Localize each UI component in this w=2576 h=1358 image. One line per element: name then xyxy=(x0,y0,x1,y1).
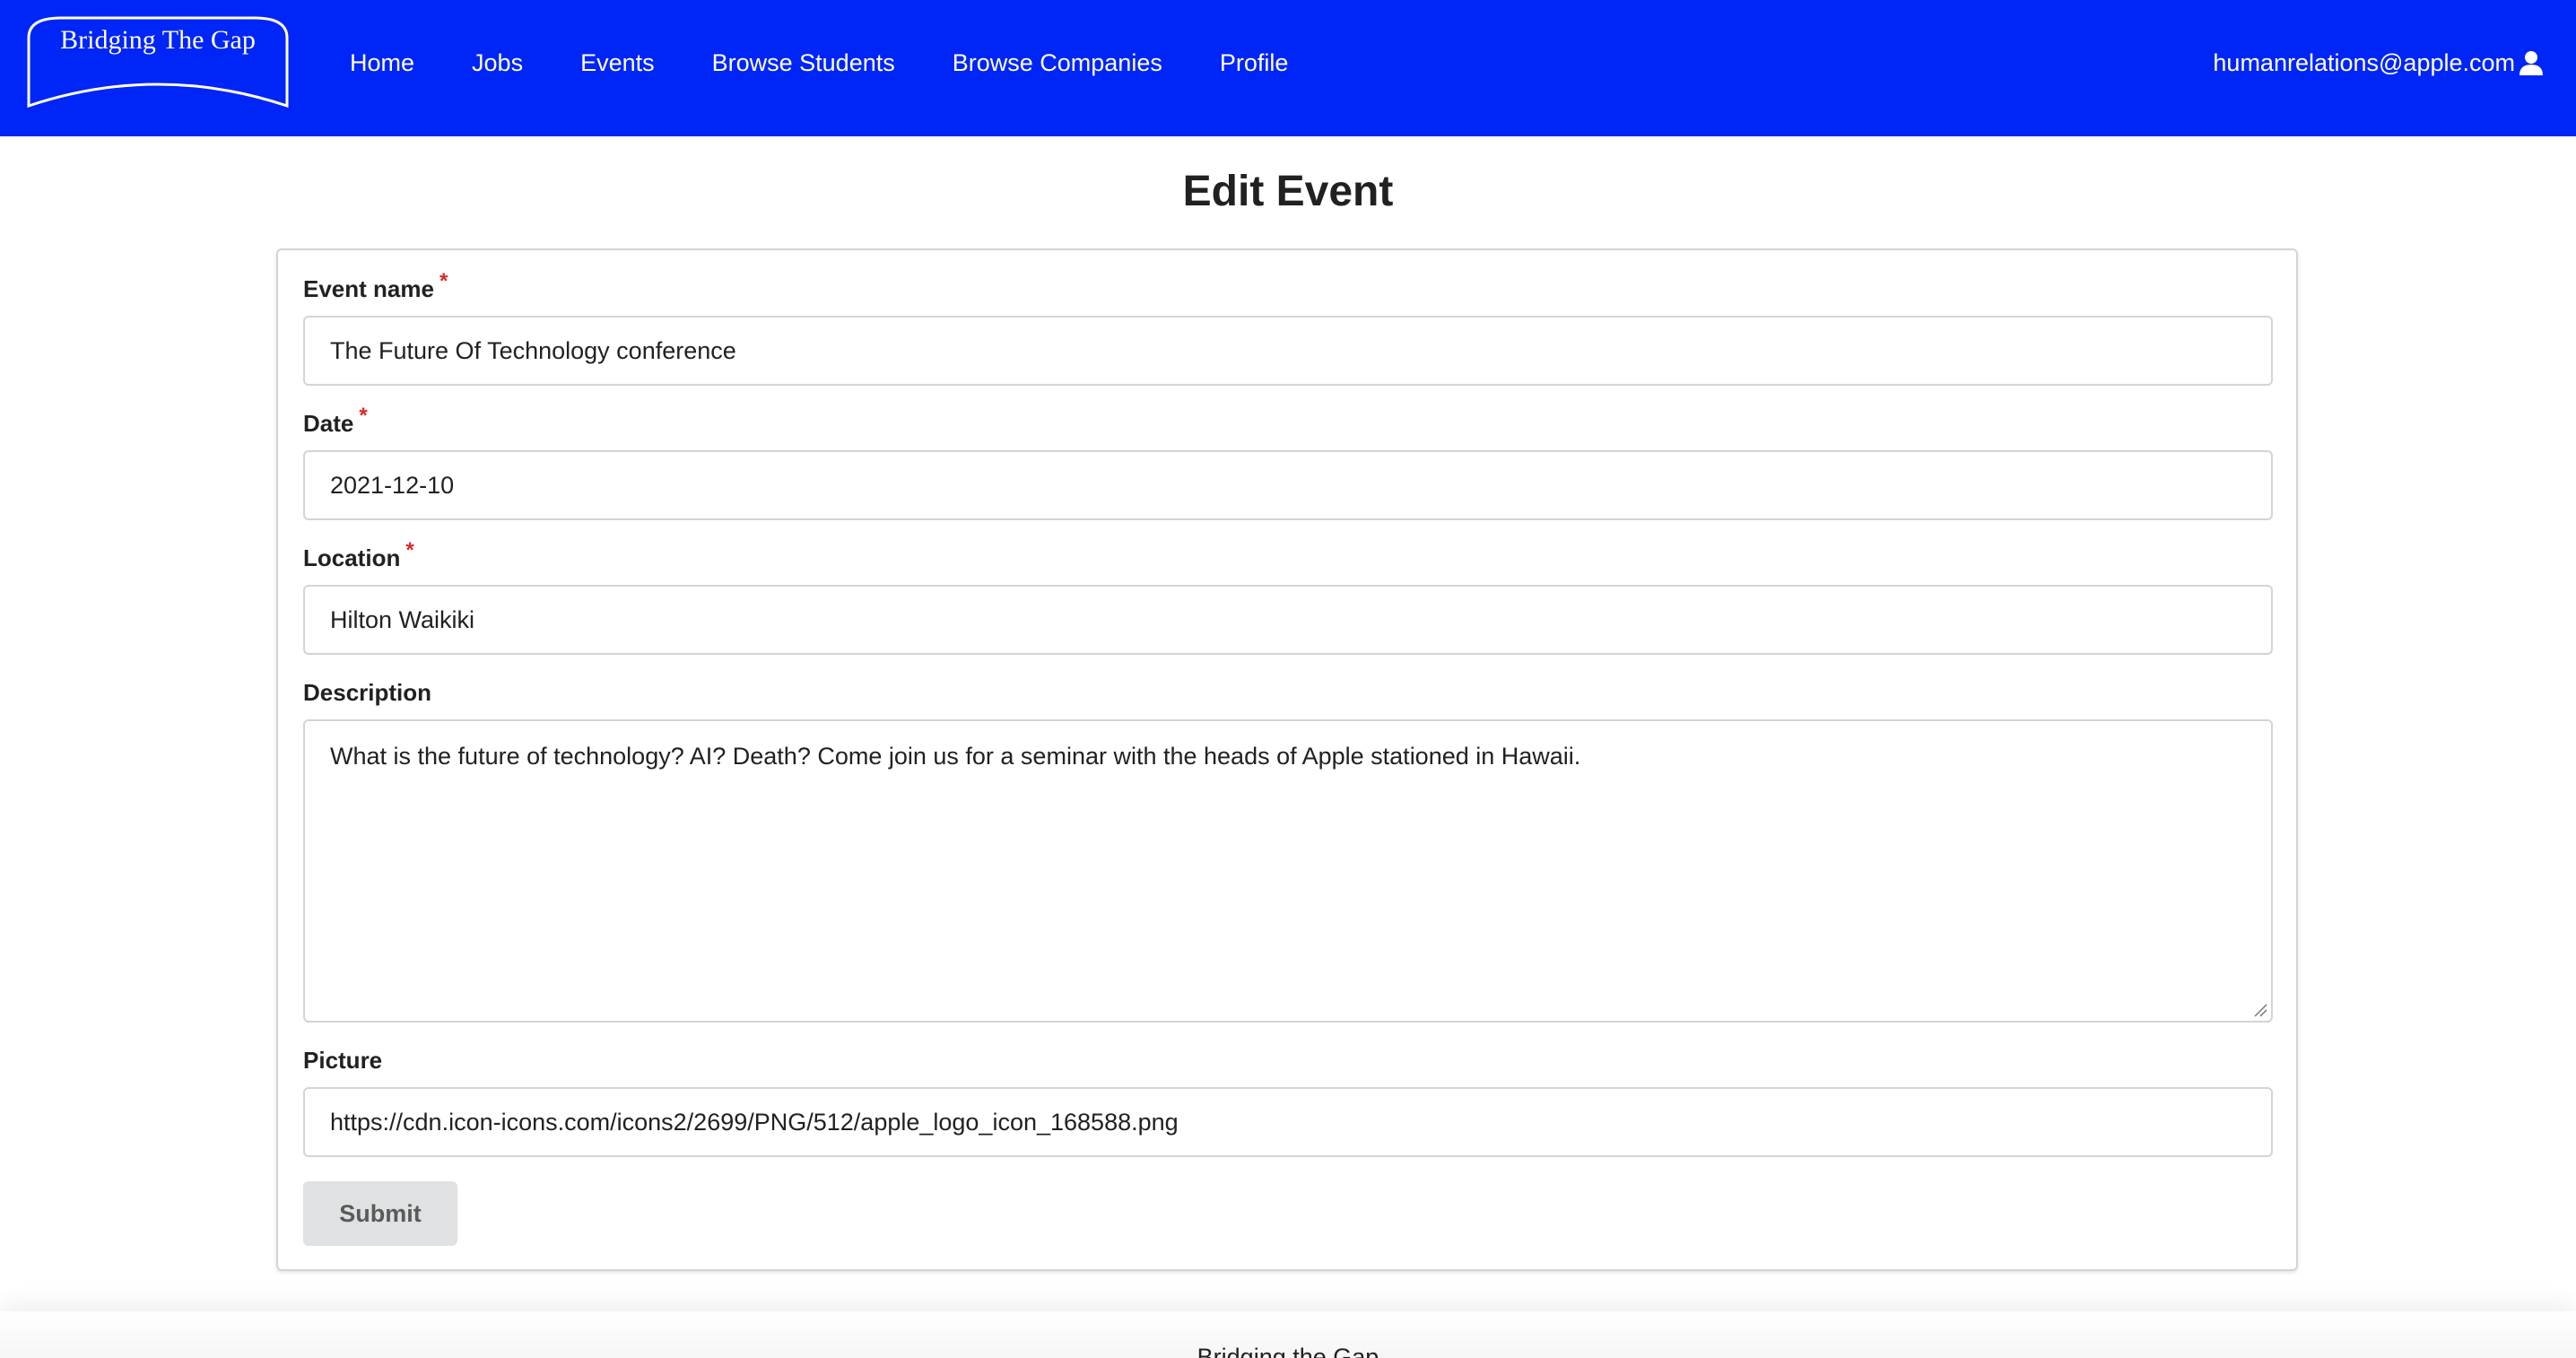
user-icon xyxy=(2519,51,2543,75)
user-email: humanrelations@apple.com xyxy=(2213,48,2515,76)
page-title: Edit Event xyxy=(1182,168,1394,215)
event-name-value: The Future Of Technology conference xyxy=(330,336,736,364)
description-label-text: Description xyxy=(303,679,432,706)
footer-text: Bridging the Gap xyxy=(1197,1344,1379,1358)
nav-browse-companies[interactable]: Browse Companies xyxy=(953,49,1162,77)
location-label-text: Location xyxy=(303,544,401,571)
picture-input[interactable]: https://cdn.icon-icons.com/icons2/2699/P… xyxy=(303,1087,2273,1157)
description-textarea[interactable]: What is the future of technology? AI? De… xyxy=(303,719,2273,1023)
date-input[interactable]: 2021-12-10 xyxy=(303,450,2273,520)
picture-value: https://cdn.icon-icons.com/icons2/2699/P… xyxy=(330,1108,1179,1136)
date-value: 2021-12-10 xyxy=(330,471,455,499)
required-mark: * xyxy=(439,269,448,293)
description-value: What is the future of technology? AI? De… xyxy=(330,743,1581,770)
site-logo[interactable]: Bridging The Gap xyxy=(25,16,291,108)
location-label: Location * xyxy=(303,538,414,572)
location-value: Hilton Waikiki xyxy=(330,605,475,633)
description-label: Description xyxy=(303,679,431,707)
date-label-text: Date xyxy=(303,410,354,437)
nav-links: Home Jobs Events Browse Students Browse … xyxy=(350,0,1345,126)
nav-browse-students[interactable]: Browse Students xyxy=(712,49,895,77)
submit-button[interactable]: Submit xyxy=(303,1181,457,1246)
event-name-label: Event name * xyxy=(303,269,448,303)
user-menu[interactable]: humanrelations@apple.com xyxy=(2213,0,2544,126)
picture-label-text: Picture xyxy=(303,1047,383,1074)
picture-label: Picture xyxy=(303,1047,382,1075)
logo-text: Bridging The Gap xyxy=(60,25,256,55)
resize-handle-icon[interactable] xyxy=(2253,1003,2267,1017)
required-mark: * xyxy=(405,538,414,562)
nav-home[interactable]: Home xyxy=(350,49,414,77)
nav-profile[interactable]: Profile xyxy=(1220,49,1289,77)
edit-event-form: Event name * The Future Of Technology con… xyxy=(276,248,2298,1271)
nav-jobs[interactable]: Jobs xyxy=(472,49,523,77)
top-navbar: Bridging The Gap Home Jobs Events Browse… xyxy=(0,0,2576,136)
event-name-label-text: Event name xyxy=(303,275,434,302)
date-label: Date * xyxy=(303,404,368,438)
footer: Bridging the Gap xyxy=(0,1311,2576,1358)
nav-events[interactable]: Events xyxy=(580,49,655,77)
required-mark: * xyxy=(359,404,368,428)
event-name-input[interactable]: The Future Of Technology conference xyxy=(303,316,2273,386)
location-input[interactable]: Hilton Waikiki xyxy=(303,585,2273,655)
